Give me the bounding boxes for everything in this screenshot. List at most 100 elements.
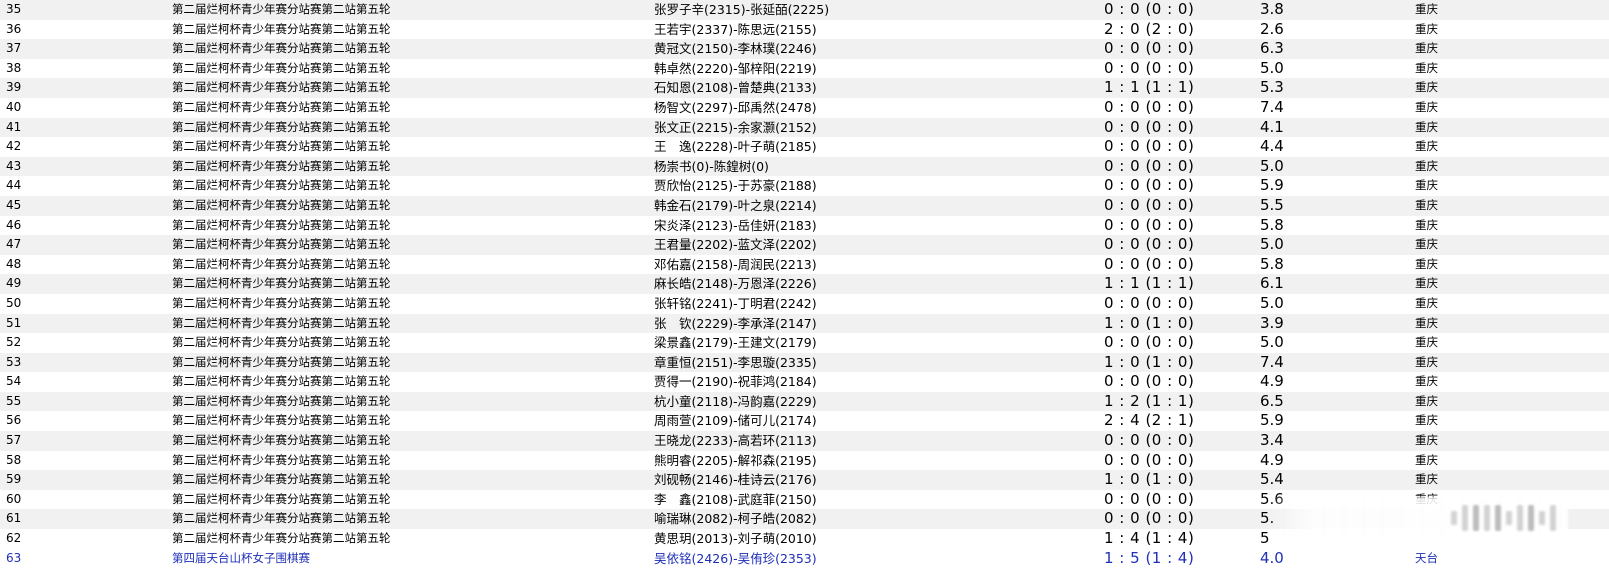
city: 重庆 xyxy=(1415,178,1438,193)
event-name: 第二届烂柯杯青少年赛分站赛第二站第五轮 xyxy=(172,217,391,232)
table-row[interactable]: 46 第二届烂柯杯青少年赛分站赛第二站第五轮 宋炎泽(2123)-岳佳妍(2183)… xyxy=(0,215,1609,236)
table-row[interactable]: 51 第二届烂柯杯青少年赛分站赛第二站第五轮 张 钦(2229)-李承泽(2147)… xyxy=(0,313,1609,334)
game-number: 35 xyxy=(6,2,22,16)
score: 0 : 0 (0 : 0) xyxy=(1104,176,1195,195)
players: 韩金石(2179)-叶之泉(2214) xyxy=(654,197,817,213)
score: 0 : 0 (0 : 0) xyxy=(1104,97,1195,116)
rating[interactable]: 4.0 xyxy=(1254,549,1409,569)
table-row[interactable]: 38 第二届烂柯杯青少年赛分站赛第二站第五轮 韩卓然(2220)-邹梓阳(2219)… xyxy=(0,58,1609,79)
game-number[interactable]: 63 xyxy=(0,549,166,569)
event-name: 第二届烂柯杯青少年赛分站赛第二站第五轮 xyxy=(172,393,391,408)
city: 重庆 xyxy=(1415,256,1438,271)
table-row[interactable]: 45 第二届烂柯杯青少年赛分站赛第二站第五轮 韩金石(2179)-叶之泉(2214)… xyxy=(0,195,1609,216)
event-name: 第二届烂柯杯青少年赛分站赛第二站第五轮 xyxy=(172,452,391,467)
city[interactable]: 天台 xyxy=(1409,549,1609,569)
score: 0 : 0 (0 : 0) xyxy=(1104,333,1195,352)
rating: 5.0 xyxy=(1260,333,1284,352)
event-name: 第二届烂柯杯青少年赛分站赛第二站第五轮 xyxy=(172,335,391,350)
table-row[interactable]: 58 第二届烂柯杯青少年赛分站赛第二站第五轮 熊明睿(2205)-解祁森(2195)… xyxy=(0,450,1609,471)
players: 杨智文(2297)-邱禹然(2478) xyxy=(654,99,817,115)
table-row[interactable]: 41 第二届烂柯杯青少年赛分站赛第二站第五轮 张文正(2215)-余家灏(2152)… xyxy=(0,117,1609,138)
game-number: 42 xyxy=(6,139,22,154)
game-number: 44 xyxy=(6,178,22,193)
rating: 3.4 xyxy=(1260,431,1284,450)
rating: 4.9 xyxy=(1260,450,1284,469)
players: 梁景鑫(2179)-王建文(2179) xyxy=(654,335,817,351)
score: 0 : 0 (0 : 0) xyxy=(1104,39,1195,58)
city: 重庆 xyxy=(1415,393,1438,408)
game-number: 38 xyxy=(6,60,22,75)
players: 张罗子辛(2315)-张延皕(2225) xyxy=(654,2,830,17)
table-row[interactable]: 63 第四届天台山杯女子围棋赛 吴依铭(2426)-吴侑珍(2353) 1 : 5 (… xyxy=(0,548,1609,569)
table-row[interactable]: 37 第二届烂柯杯青少年赛分站赛第二站第五轮 黄冠文(2150)-李林璞(2246)… xyxy=(0,39,1609,59)
game-number: 57 xyxy=(6,433,22,448)
players: 韩卓然(2220)-邹梓阳(2219) xyxy=(654,60,817,76)
event-name: 第二届烂柯杯青少年赛分站赛第二站第五轮 xyxy=(172,531,391,546)
rating: 6.5 xyxy=(1260,391,1284,410)
rating: 5.0 xyxy=(1260,156,1284,175)
watermark-bar xyxy=(1506,511,1512,525)
watermark-bar xyxy=(1550,505,1556,531)
games-table: 35 第二届烂柯杯青少年赛分站赛第二站第五轮 张罗子辛(2315)-张延皕(2225… xyxy=(0,0,1609,569)
table-row[interactable]: 53 第二届烂柯杯青少年赛分站赛第二站第五轮 章重恒(2151)-李思璇(2335)… xyxy=(0,352,1609,373)
table-row[interactable]: 40 第二届烂柯杯青少年赛分站赛第二站第五轮 杨智文(2297)-邱禹然(2478)… xyxy=(0,97,1609,118)
event-name[interactable]: 第四届天台山杯女子围棋赛 xyxy=(166,549,648,569)
table-row[interactable]: 44 第二届烂柯杯青少年赛分站赛第二站第五轮 贾欣怡(2125)-于苏豪(2188)… xyxy=(0,176,1609,196)
watermark xyxy=(1268,497,1568,539)
score[interactable]: 1 : 5 (1 : 4) xyxy=(1098,549,1254,569)
table-row[interactable]: 57 第二届烂柯杯青少年赛分站赛第二站第五轮 王晓龙(2233)-高若环(2113)… xyxy=(0,431,1609,451)
table-row[interactable]: 55 第二届烂柯杯青少年赛分站赛第二站第五轮 杭小童(2118)-冯韵嘉(2229)… xyxy=(0,391,1609,412)
table-row[interactable]: 43 第二届烂柯杯青少年赛分站赛第二站第五轮 杨崇书(0)-陈鍠树(0) 0 : 0 … xyxy=(0,156,1609,177)
players: 杨崇书(0)-陈鍠树(0) xyxy=(654,158,769,174)
game-number: 62 xyxy=(6,531,22,546)
score: 1 : 1 (1 : 1) xyxy=(1104,274,1195,293)
table-row[interactable]: 50 第二届烂柯杯青少年赛分站赛第二站第五轮 张轩铭(2241)-丁明君(2242)… xyxy=(0,293,1609,314)
table-row[interactable]: 39 第二届烂柯杯青少年赛分站赛第二站第五轮 石知恩(2108)-曾楚典(2133)… xyxy=(0,78,1609,98)
game-number: 41 xyxy=(6,119,22,134)
score: 1 : 4 (1 : 4) xyxy=(1104,529,1195,548)
table-row[interactable]: 59 第二届烂柯杯青少年赛分站赛第二站第五轮 刘砚畅(2146)-桂诗云(2176)… xyxy=(0,470,1609,490)
score: 0 : 0 (0 : 0) xyxy=(1104,254,1195,273)
players[interactable]: 吴依铭(2426)-吴侑珍(2353) xyxy=(648,549,1098,569)
game-number: 53 xyxy=(6,354,22,369)
table-row[interactable]: 49 第二届烂柯杯青少年赛分站赛第二站第五轮 麻长皓(2148)-万恩泽(2226)… xyxy=(0,274,1609,294)
city: 重庆 xyxy=(1415,472,1438,487)
city: 重庆 xyxy=(1415,237,1438,252)
table-row[interactable]: 42 第二届烂柯杯青少年赛分站赛第二站第五轮 王 逸(2228)-叶子萌(2185)… xyxy=(0,137,1609,157)
event-name: 第二届烂柯杯青少年赛分站赛第二站第五轮 xyxy=(172,178,391,193)
table-row[interactable]: 48 第二届烂柯杯青少年赛分站赛第二站第五轮 邓佑嘉(2158)-周润民(2213)… xyxy=(0,254,1609,275)
table-row[interactable]: 36 第二届烂柯杯青少年赛分站赛第二站第五轮 王若宇(2337)-陈思远(2155)… xyxy=(0,19,1609,40)
score: 0 : 0 (0 : 0) xyxy=(1104,235,1195,254)
city: 重庆 xyxy=(1415,139,1438,154)
score: 0 : 0 (0 : 0) xyxy=(1104,293,1195,312)
city: 重庆 xyxy=(1415,158,1438,173)
city: 重庆 xyxy=(1415,119,1438,134)
players: 李 鑫(2108)-武庭菲(2150) xyxy=(654,491,817,507)
rating: 5.0 xyxy=(1260,58,1284,77)
rating: 6.1 xyxy=(1260,274,1284,293)
event-name: 第二届烂柯杯青少年赛分站赛第二站第五轮 xyxy=(172,374,391,389)
event-name: 第二届烂柯杯青少年赛分站赛第二站第五轮 xyxy=(172,511,391,526)
table-row[interactable]: 35 第二届烂柯杯青少年赛分站赛第二站第五轮 张罗子辛(2315)-张延皕(2225… xyxy=(0,0,1609,20)
event-name: 第二届烂柯杯青少年赛分站赛第二站第五轮 xyxy=(172,197,391,212)
watermark-bar xyxy=(1495,505,1501,531)
rating: 4.1 xyxy=(1260,117,1284,136)
city: 重庆 xyxy=(1415,335,1438,350)
event-name: 第二届烂柯杯青少年赛分站赛第二站第五轮 xyxy=(172,119,391,134)
players: 熊明睿(2205)-解祁森(2195) xyxy=(654,452,817,468)
players: 黄冠文(2150)-李林璞(2246) xyxy=(654,41,817,57)
table-row[interactable]: 47 第二届烂柯杯青少年赛分站赛第二站第五轮 王君量(2202)-蓝文泽(2202)… xyxy=(0,235,1609,255)
rating: 7.4 xyxy=(1260,352,1284,371)
game-number: 50 xyxy=(6,295,22,310)
game-number: 36 xyxy=(6,21,22,36)
players: 张文正(2215)-余家灏(2152) xyxy=(654,119,817,135)
game-number: 58 xyxy=(6,452,22,467)
table-row[interactable]: 54 第二届烂柯杯青少年赛分站赛第二站第五轮 贾得一(2190)-祝菲鸿(2184)… xyxy=(0,372,1609,392)
table-row[interactable]: 52 第二届烂柯杯青少年赛分站赛第二站第五轮 梁景鑫(2179)-王建文(2179)… xyxy=(0,333,1609,353)
players: 喻瑞琳(2082)-柯子皓(2082) xyxy=(654,511,817,527)
city: 重庆 xyxy=(1415,217,1438,232)
game-number: 55 xyxy=(6,393,22,408)
players: 王晓龙(2233)-高若环(2113) xyxy=(654,433,817,449)
table-row[interactable]: 56 第二届烂柯杯青少年赛分站赛第二站第五轮 周雨萱(2109)-储可儿(2174)… xyxy=(0,411,1609,432)
event-name: 第二届烂柯杯青少年赛分站赛第二站第五轮 xyxy=(172,237,391,252)
